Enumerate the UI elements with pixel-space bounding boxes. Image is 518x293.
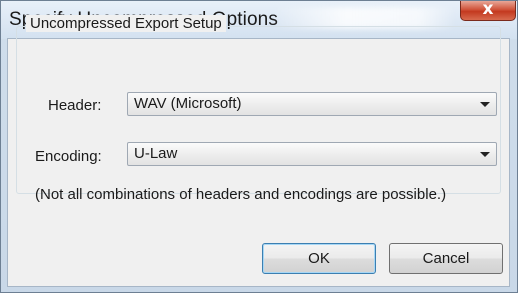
encoding-select[interactable]: U-Law (127, 142, 497, 166)
cancel-button[interactable]: Cancel (389, 243, 503, 274)
encoding-select-value: U-Law (134, 145, 178, 162)
header-select-value: WAV (Microsoft) (134, 95, 242, 112)
close-icon: x (482, 0, 494, 19)
close-button[interactable]: x (460, 0, 516, 21)
encoding-label: Encoding: (35, 148, 102, 165)
chevron-down-icon (480, 152, 490, 157)
header-label: Header: (48, 97, 102, 114)
compatibility-note: (Not all combinations of headers and enc… (35, 186, 447, 203)
chevron-down-icon (480, 102, 490, 107)
group-label: Uncompressed Export Setup (26, 15, 226, 32)
header-select[interactable]: WAV (Microsoft) (127, 92, 497, 116)
ok-button[interactable]: OK (262, 243, 376, 274)
